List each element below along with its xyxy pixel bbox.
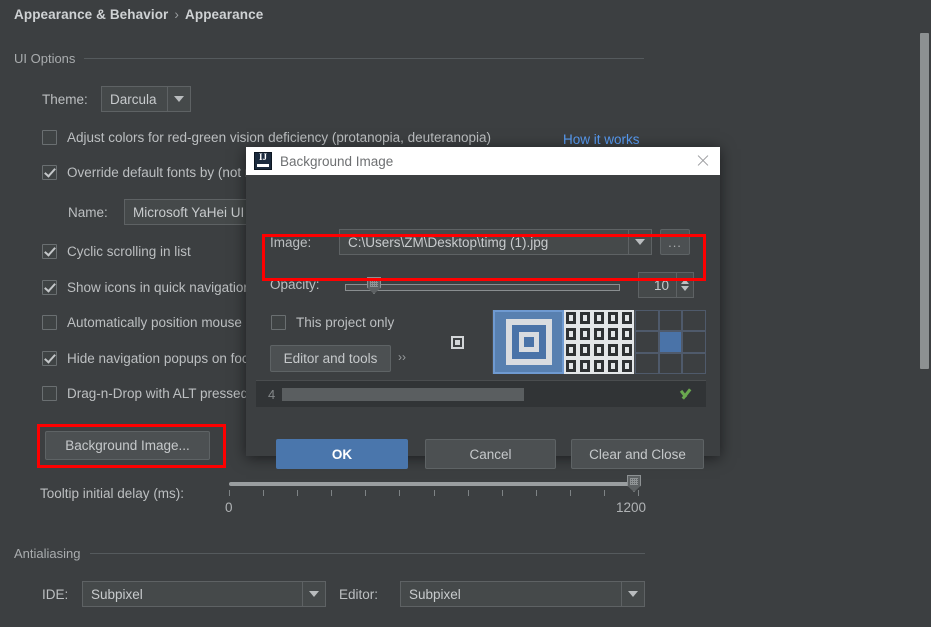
chevron-down-icon[interactable] bbox=[621, 582, 644, 606]
checkbox-row-show-icons[interactable]: Show icons in quick navigation bbox=[42, 280, 251, 295]
checkbox-label-this-project-only: This project only bbox=[296, 315, 395, 330]
fill-mode-position-grid[interactable] bbox=[635, 310, 706, 374]
checkbox-row-this-project-only[interactable]: This project only bbox=[271, 315, 394, 330]
how-it-works-link[interactable]: How it works bbox=[563, 132, 640, 147]
slider-thumb[interactable] bbox=[367, 277, 381, 294]
spinner-up-icon[interactable] bbox=[681, 279, 689, 284]
checkbox-label-adjust-colors: Adjust colors for red-green vision defic… bbox=[67, 130, 491, 145]
scrollbar-thumb[interactable] bbox=[920, 33, 929, 369]
opacity-value: 10 bbox=[653, 277, 669, 293]
section-rule bbox=[89, 553, 645, 554]
breadcrumb-current: Appearance bbox=[185, 7, 264, 22]
theme-select-value: Darcula bbox=[110, 91, 157, 107]
editor-antialiasing-value: Subpixel bbox=[409, 586, 461, 602]
chevron-down-icon[interactable] bbox=[628, 230, 651, 254]
slider-track[interactable] bbox=[345, 284, 620, 291]
browse-file-button[interactable]: ... bbox=[660, 229, 690, 255]
tooltip-slider-min-label: 0 bbox=[225, 500, 233, 515]
checkbox-drag-n-drop-alt[interactable] bbox=[42, 386, 57, 401]
checkbox-adjust-colors[interactable] bbox=[42, 130, 57, 145]
fill-mode-scale[interactable] bbox=[493, 310, 564, 374]
section-header-ui-options: UI Options bbox=[14, 51, 654, 66]
scope-expand-chevrons-icon[interactable]: ›› bbox=[398, 350, 406, 364]
breadcrumb-root[interactable]: Appearance & Behavior bbox=[14, 7, 168, 22]
aux-progress-strip: 4 bbox=[256, 380, 706, 407]
breadcrumb-separator-icon: › bbox=[174, 7, 180, 22]
ok-button[interactable]: OK bbox=[276, 439, 408, 469]
theme-label: Theme: bbox=[42, 92, 88, 107]
dialog-title: Background Image bbox=[280, 153, 394, 169]
checkbox-show-icons[interactable] bbox=[42, 280, 57, 295]
slider-ticks bbox=[229, 490, 639, 498]
aux-strip-bar bbox=[282, 387, 525, 401]
fill-mode-tile[interactable] bbox=[564, 310, 635, 374]
tooltip-delay-slider[interactable] bbox=[229, 472, 641, 500]
fill-mode-center[interactable] bbox=[422, 310, 493, 374]
section-title-ui-options: UI Options bbox=[14, 51, 76, 66]
tooltip-delay-label: Tooltip initial delay (ms): bbox=[40, 486, 185, 501]
ide-antialiasing-label: IDE: bbox=[42, 587, 69, 602]
fill-mode-preview-strip[interactable] bbox=[422, 310, 706, 374]
image-path-label: Image: bbox=[270, 235, 312, 250]
chevron-down-icon[interactable] bbox=[302, 582, 325, 606]
checkbox-row-cyclic-scrolling[interactable]: Cyclic scrolling in list bbox=[42, 244, 191, 259]
section-header-antialiasing: Antialiasing bbox=[14, 546, 654, 561]
clear-and-close-button[interactable]: Clear and Close bbox=[571, 439, 704, 469]
opacity-spinner[interactable]: 10 bbox=[638, 272, 694, 298]
opacity-label: Opacity: bbox=[270, 277, 320, 292]
vertical-scrollbar[interactable] bbox=[917, 0, 931, 627]
green-check-icon bbox=[680, 386, 696, 402]
spinner-buttons[interactable] bbox=[676, 273, 693, 297]
checkbox-hide-nav-popups[interactable] bbox=[42, 351, 57, 366]
ide-antialiasing-select[interactable]: Subpixel bbox=[82, 581, 326, 607]
background-image-dialog: Background Image Image: C:\Users\ZM\Desk… bbox=[246, 147, 720, 469]
close-icon[interactable] bbox=[692, 150, 714, 172]
dialog-title-bar: Background Image bbox=[246, 147, 720, 175]
cancel-button[interactable]: Cancel bbox=[425, 439, 556, 469]
checkbox-this-project-only[interactable] bbox=[271, 315, 286, 330]
section-title-antialiasing: Antialiasing bbox=[14, 546, 81, 561]
image-path-value: C:\Users\ZM\Desktop\timg (1).jpg bbox=[348, 234, 549, 250]
font-name-label: Name: bbox=[68, 205, 108, 220]
checkbox-label-show-icons: Show icons in quick navigation bbox=[67, 280, 251, 295]
checkbox-auto-position-mouse[interactable] bbox=[42, 315, 57, 330]
slider-track[interactable] bbox=[229, 482, 639, 486]
editor-antialiasing-label: Editor: bbox=[339, 587, 379, 602]
checkbox-label-cyclic-scrolling: Cyclic scrolling in list bbox=[67, 244, 191, 259]
scope-button-editor-and-tools[interactable]: Editor and tools bbox=[270, 345, 391, 372]
opacity-slider[interactable] bbox=[345, 277, 620, 297]
tooltip-slider-max-label: 1200 bbox=[616, 500, 647, 515]
breadcrumb: Appearance & Behavior › Appearance bbox=[14, 7, 263, 22]
image-path-select[interactable]: C:\Users\ZM\Desktop\timg (1).jpg bbox=[339, 229, 652, 255]
aux-strip-number: 4 bbox=[268, 386, 276, 402]
checkbox-row-adjust-colors[interactable]: Adjust colors for red-green vision defic… bbox=[42, 130, 491, 145]
intellij-idea-icon bbox=[254, 152, 272, 170]
checkbox-cyclic-scrolling[interactable] bbox=[42, 244, 57, 259]
chevron-down-icon[interactable] bbox=[167, 87, 190, 111]
checkbox-row-drag-n-drop-alt[interactable]: Drag-n-Drop with ALT pressed only bbox=[42, 386, 277, 401]
dialog-body: Image: C:\Users\ZM\Desktop\timg (1).jpg … bbox=[246, 175, 720, 469]
checkbox-override-fonts[interactable] bbox=[42, 165, 57, 180]
background-image-button[interactable]: Background Image... bbox=[45, 431, 210, 460]
section-rule bbox=[84, 58, 645, 59]
theme-select[interactable]: Darcula bbox=[101, 86, 191, 112]
spinner-down-icon[interactable] bbox=[681, 286, 689, 291]
editor-antialiasing-select[interactable]: Subpixel bbox=[400, 581, 645, 607]
ide-antialiasing-value: Subpixel bbox=[91, 586, 143, 602]
